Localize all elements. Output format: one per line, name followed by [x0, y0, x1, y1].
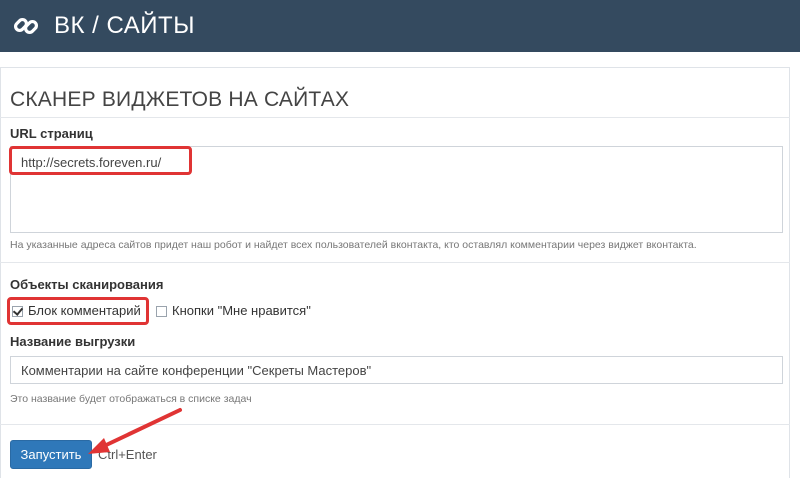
annotation-arrow-icon — [88, 408, 182, 454]
